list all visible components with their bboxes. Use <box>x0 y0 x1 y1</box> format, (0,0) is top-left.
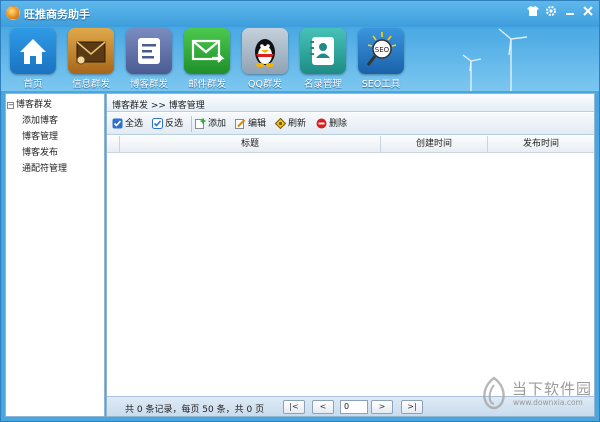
nav-home[interactable]: 首页 <box>5 27 61 91</box>
last-page-button[interactable]: >| <box>401 400 423 414</box>
toolbar-divider <box>191 116 192 132</box>
next-page-button[interactable]: > <box>371 400 393 414</box>
mail-send-icon <box>184 28 230 74</box>
tree-root-label: 博客群发 <box>16 100 53 110</box>
delete-button[interactable]: 删除 <box>316 117 352 131</box>
nav-qq-broadcast[interactable]: QQ群发 <box>237 27 293 91</box>
first-page-button[interactable]: |< <box>283 400 305 414</box>
nav-label: QQ群发 <box>248 79 282 90</box>
table-header: 标题 创建时间 发布时间 <box>107 136 594 153</box>
nav-seo-tools[interactable]: SEO SEO工具 <box>353 27 409 91</box>
shirt-icon[interactable] <box>525 4 541 18</box>
action-toolbar: 全选 反选 添加 编辑 刷新 删除 <box>107 113 594 135</box>
refresh-button[interactable]: 刷新 <box>275 117 311 131</box>
add-icon <box>195 118 206 129</box>
contact-book-icon <box>300 28 346 74</box>
sidebar-item-add-blog[interactable]: 添加博客 <box>22 113 58 126</box>
tree-root-blog-broadcast[interactable]: − 博客群发 <box>7 97 52 110</box>
table-body[interactable] <box>107 154 594 396</box>
page-number-input[interactable]: 0 <box>340 400 368 414</box>
delete-icon <box>316 118 327 129</box>
app-window: 旺推商务助手 首页 信息群发 博客群发 邮件群发 QQ群发 名录管理 SEO S… <box>0 0 600 422</box>
column-header-published[interactable]: 发布时间 <box>488 136 594 152</box>
content-panel: 博客群发 >> 博客管理 全选 反选 添加 编辑 刷新 删除 标题 创建时间 发… <box>106 93 595 417</box>
nav-mail-broadcast[interactable]: 邮件群发 <box>179 27 235 91</box>
sidebar-item-blog-publish[interactable]: 博客发布 <box>22 145 58 158</box>
nav-label: 名录管理 <box>303 79 342 90</box>
penguin-icon <box>242 28 288 74</box>
watermark-logo-icon <box>483 376 505 410</box>
app-title: 旺推商务助手 <box>24 8 90 21</box>
nav-label: SEO工具 <box>361 79 401 90</box>
checkmark-icon <box>152 118 163 129</box>
column-header-title[interactable]: 标题 <box>120 136 381 152</box>
svg-text:SEO: SEO <box>375 46 390 54</box>
wind-turbine-decoration <box>462 28 528 91</box>
home-icon <box>10 28 56 74</box>
nav-directory-management[interactable]: 名录管理 <box>295 27 351 91</box>
close-icon[interactable] <box>580 4 596 18</box>
add-button[interactable]: 添加 <box>195 117 231 131</box>
prev-page-button[interactable]: < <box>312 400 334 414</box>
minimize-icon[interactable] <box>562 4 578 18</box>
watermark-title: 当下软件园 <box>512 380 593 398</box>
sidebar-item-wildcard-management[interactable]: 通配符管理 <box>22 161 67 174</box>
edit-button[interactable]: 编辑 <box>235 117 271 131</box>
title-bar[interactable]: 旺推商务助手 <box>1 1 599 27</box>
column-header-created[interactable]: 创建时间 <box>381 136 488 152</box>
nav-blog-broadcast[interactable]: 博客群发 <box>121 27 177 91</box>
app-logo-icon <box>6 6 20 20</box>
nav-label: 邮件群发 <box>187 79 226 90</box>
edit-pencil-icon <box>235 119 246 129</box>
nav-label: 博客群发 <box>129 79 168 90</box>
invert-selection-button[interactable]: 反选 <box>152 117 188 131</box>
document-icon <box>126 28 172 74</box>
collapse-toggle[interactable]: − <box>7 102 14 109</box>
nav-label: 首页 <box>23 79 43 90</box>
select-all-button[interactable]: 全选 <box>112 117 148 131</box>
pagination-summary: 共 0 条记录，每页 50 条，共 0 页 <box>125 405 265 415</box>
row-select-header[interactable] <box>107 136 120 152</box>
sidebar-item-blog-management[interactable]: 博客管理 <box>22 129 58 142</box>
refresh-icon <box>275 118 286 129</box>
checkmark-icon <box>112 118 123 129</box>
nav-info-broadcast[interactable]: 信息群发 <box>63 27 119 91</box>
seo-magnifier-icon: SEO <box>358 28 404 74</box>
envelope-icon <box>68 28 114 74</box>
breadcrumb: 博客群发 >> 博客管理 <box>112 101 205 111</box>
sidebar-tree: − 博客群发 添加博客 博客管理 博客发布 通配符管理 <box>5 93 105 417</box>
gear-icon[interactable] <box>543 4 559 18</box>
main-toolbar: 首页 信息群发 博客群发 邮件群发 QQ群发 名录管理 SEO SEO工具 <box>1 27 599 91</box>
breadcrumb-bar: 博客群发 >> 博客管理 <box>107 94 594 112</box>
nav-label: 信息群发 <box>71 79 110 90</box>
watermark-url: www.downxia.com <box>513 398 583 407</box>
